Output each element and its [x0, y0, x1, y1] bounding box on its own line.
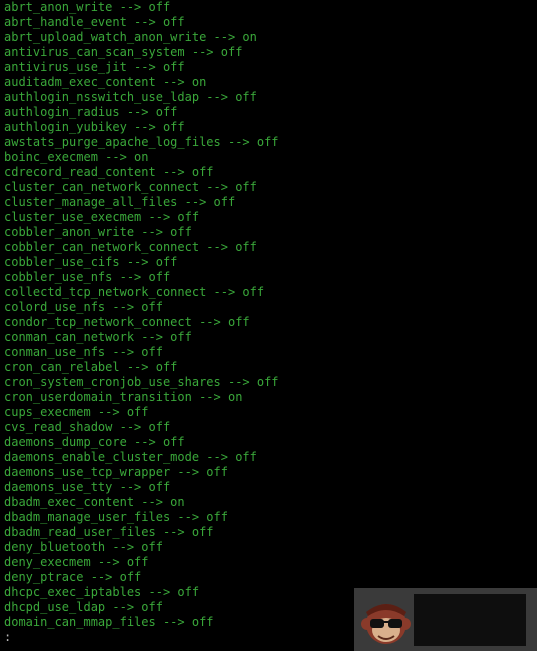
terminal-line: boinc_execmem --> on [4, 150, 149, 164]
terminal-line: antivirus_can_scan_system --> off [4, 45, 243, 59]
terminal-lines: abrt_anon_write --> off abrt_handle_event… [4, 0, 537, 630]
terminal-line: cron_userdomain_transition --> on [4, 390, 243, 404]
terminal-line: cobbler_use_nfs --> off [4, 270, 171, 284]
terminal-line: cron_can_relabel --> off [4, 360, 178, 374]
terminal-line: cdrecord_read_content --> off [4, 165, 214, 179]
terminal-line: daemons_use_tcp_wrapper --> off [4, 465, 228, 479]
terminal-line: dbadm_read_user_files --> off [4, 525, 214, 539]
monkey-sunglasses-icon [361, 604, 411, 644]
terminal-line: abrt_handle_event --> off [4, 15, 185, 29]
terminal-line: deny_ptrace --> off [4, 570, 142, 584]
terminal-line: cluster_manage_all_files --> off [4, 195, 236, 209]
terminal-line: cups_execmem --> off [4, 405, 149, 419]
terminal-line: conman_use_nfs --> off [4, 345, 163, 359]
terminal-line: daemons_use_tty --> off [4, 480, 171, 494]
terminal-line: dbadm_manage_user_files --> off [4, 510, 228, 524]
terminal-line: collectd_tcp_network_connect --> off [4, 285, 265, 299]
terminal-line: antivirus_use_jit --> off [4, 60, 185, 74]
terminal-line: dbadm_exec_content --> on [4, 495, 185, 509]
terminal-line: cvs_read_shadow --> off [4, 420, 171, 434]
terminal-line: cobbler_use_cifs --> off [4, 255, 178, 269]
terminal-line: cobbler_can_network_connect --> off [4, 240, 257, 254]
terminal-line: cron_system_cronjob_use_shares --> off [4, 375, 279, 389]
terminal-line: conman_can_network --> off [4, 330, 192, 344]
terminal-line: authlogin_yubikey --> off [4, 120, 185, 134]
terminal-line: colord_use_nfs --> off [4, 300, 163, 314]
terminal-line: authlogin_radius --> off [4, 105, 178, 119]
terminal-line: deny_bluetooth --> off [4, 540, 163, 554]
terminal-line: authlogin_nsswitch_use_ldap --> off [4, 90, 257, 104]
terminal-output[interactable]: abrt_anon_write --> off abrt_handle_event… [0, 0, 537, 651]
terminal-line: auditadm_exec_content --> on [4, 75, 207, 89]
terminal-line: daemons_enable_cluster_mode --> off [4, 450, 257, 464]
terminal-line: abrt_anon_write --> off [4, 0, 171, 14]
video-preview [414, 594, 526, 646]
terminal-line: cluster_use_execmem --> off [4, 210, 200, 224]
terminal-line: condor_tcp_network_connect --> off [4, 315, 250, 329]
webcam-overlay [354, 588, 537, 651]
terminal-line: deny_execmem --> off [4, 555, 149, 569]
terminal-line: abrt_upload_watch_anon_write --> on [4, 30, 257, 44]
terminal-line: cluster_can_network_connect --> off [4, 180, 257, 194]
terminal-line: cobbler_anon_write --> off [4, 225, 192, 239]
terminal-line: daemons_dump_core --> off [4, 435, 185, 449]
terminal-line: awstats_purge_apache_log_files --> off [4, 135, 279, 149]
